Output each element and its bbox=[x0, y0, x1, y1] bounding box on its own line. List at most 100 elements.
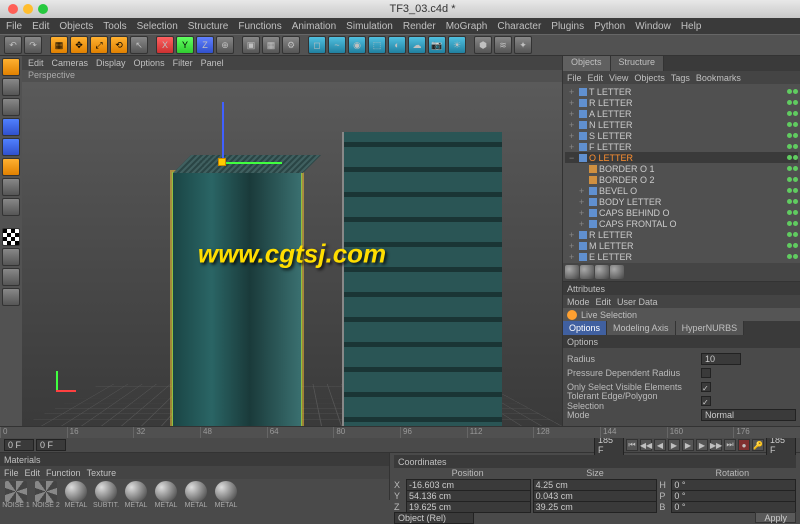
timeline-ruler[interactable]: 0163248648096112128144160176 bbox=[0, 427, 800, 438]
rotation-field[interactable]: 0 ° bbox=[671, 501, 796, 513]
obj-menu-view[interactable]: View bbox=[609, 73, 628, 83]
edge-mode[interactable] bbox=[2, 138, 20, 156]
obj-menu-file[interactable]: File bbox=[567, 73, 582, 83]
size-field[interactable]: 39.25 cm bbox=[533, 501, 658, 513]
polygon-mode[interactable] bbox=[2, 158, 20, 176]
expand-icon[interactable]: + bbox=[569, 109, 577, 119]
visibility-dots[interactable] bbox=[787, 221, 798, 226]
close-icon[interactable] bbox=[8, 4, 18, 14]
primitive-spline[interactable]: ~ bbox=[328, 36, 346, 54]
material-noise 1[interactable]: NOISE 1 bbox=[2, 481, 30, 509]
tree-item-m-letter[interactable]: +M LETTER bbox=[565, 240, 798, 251]
radius-field[interactable]: 10 bbox=[701, 353, 741, 365]
minimize-icon[interactable] bbox=[23, 4, 33, 14]
expand-icon[interactable]: + bbox=[569, 131, 577, 141]
visibility-dots[interactable] bbox=[787, 100, 798, 105]
prev-key-button[interactable]: ◀◀ bbox=[640, 439, 652, 451]
menu-edit[interactable]: Edit bbox=[32, 21, 49, 32]
object-mode[interactable] bbox=[2, 78, 20, 96]
visibility-dots[interactable] bbox=[787, 188, 798, 193]
object-mode-dropdown[interactable]: Object (Rel) bbox=[394, 512, 474, 524]
select-tool[interactable]: ▦ bbox=[50, 36, 68, 54]
tree-item-e-letter[interactable]: +E LETTER bbox=[565, 251, 798, 262]
play-back-button[interactable]: ▶ bbox=[668, 439, 680, 451]
axis-y-toggle[interactable]: Y bbox=[176, 36, 194, 54]
vp-menu-display[interactable]: Display bbox=[96, 58, 126, 68]
mat-menu-file[interactable]: File bbox=[4, 468, 19, 478]
mat-menu-texture[interactable]: Texture bbox=[87, 468, 117, 478]
menu-simulation[interactable]: Simulation bbox=[346, 21, 393, 32]
visibility-dots[interactable] bbox=[787, 89, 798, 94]
expand-icon[interactable]: + bbox=[579, 197, 587, 207]
expand-icon[interactable]: + bbox=[569, 120, 577, 130]
axis-z-toggle[interactable]: Z bbox=[196, 36, 214, 54]
menu-python[interactable]: Python bbox=[594, 21, 625, 32]
obj-menu-edit[interactable]: Edit bbox=[588, 73, 604, 83]
expand-icon[interactable]: + bbox=[569, 230, 577, 240]
tree-item-r-letter[interactable]: +R LETTER bbox=[565, 97, 798, 108]
snap-toggle[interactable] bbox=[2, 228, 20, 246]
visibility-dots[interactable] bbox=[787, 144, 798, 149]
goto-end-button[interactable]: ⏭ bbox=[724, 439, 736, 451]
menu-animation[interactable]: Animation bbox=[292, 21, 336, 32]
material-metal[interactable]: METAL bbox=[152, 481, 180, 509]
mograph-tool[interactable]: ⬢ bbox=[474, 36, 492, 54]
tab-structure[interactable]: Structure bbox=[611, 56, 665, 71]
tree-item-a-letter[interactable]: +A LETTER bbox=[565, 108, 798, 119]
tree-item-body-letter[interactable]: +BODY LETTER bbox=[565, 196, 798, 207]
pressure-checkbox[interactable] bbox=[701, 368, 711, 378]
maximize-icon[interactable] bbox=[38, 4, 48, 14]
point-mode[interactable] bbox=[2, 118, 20, 136]
obj-menu-bookmarks[interactable]: Bookmarks bbox=[696, 73, 741, 83]
tab-options[interactable]: Options bbox=[563, 321, 607, 335]
render-settings[interactable]: ⚙ bbox=[282, 36, 300, 54]
tree-item-border-o-2[interactable]: BORDER O 2 bbox=[565, 174, 798, 185]
tolerant-checkbox[interactable] bbox=[701, 396, 711, 406]
viewport-3d[interactable]: www.cgtsj.com bbox=[22, 82, 562, 426]
expand-icon[interactable]: + bbox=[579, 208, 587, 218]
render-pict[interactable]: ▦ bbox=[262, 36, 280, 54]
menu-character[interactable]: Character bbox=[497, 21, 541, 32]
expand-icon[interactable]: + bbox=[569, 98, 577, 108]
axis-mode[interactable] bbox=[2, 98, 20, 116]
obj-menu-objects[interactable]: Objects bbox=[634, 73, 665, 83]
primitive-cube[interactable]: ◻ bbox=[308, 36, 326, 54]
tree-item-border-o-1[interactable]: BORDER O 1 bbox=[565, 163, 798, 174]
prev-frame-button[interactable]: ◀ bbox=[654, 439, 666, 451]
visibility-dots[interactable] bbox=[787, 166, 798, 171]
tree-item-caps-frontal-o[interactable]: +CAPS FRONTAL O bbox=[565, 218, 798, 229]
tree-item-r-letter[interactable]: +R LETTER bbox=[565, 229, 798, 240]
light-tool[interactable]: ☀ bbox=[448, 36, 466, 54]
vp-menu-edit[interactable]: Edit bbox=[28, 58, 44, 68]
material-tag-icon[interactable] bbox=[565, 265, 579, 279]
menu-objects[interactable]: Objects bbox=[59, 21, 93, 32]
tree-item-bevel-o[interactable]: +BEVEL O bbox=[565, 185, 798, 196]
material-metal[interactable]: METAL bbox=[62, 481, 90, 509]
visibility-dots[interactable] bbox=[787, 177, 798, 182]
expand-icon[interactable]: + bbox=[569, 142, 577, 152]
menu-structure[interactable]: Structure bbox=[188, 21, 229, 32]
mat-menu-function[interactable]: Function bbox=[46, 468, 81, 478]
expand-icon[interactable]: − bbox=[569, 153, 577, 163]
menu-file[interactable]: File bbox=[6, 21, 22, 32]
vp-menu-panel[interactable]: Panel bbox=[201, 58, 224, 68]
object-tree[interactable]: +T LETTER+R LETTER+A LETTER+N LETTER+S L… bbox=[563, 84, 800, 263]
visibility-dots[interactable] bbox=[787, 133, 798, 138]
expand-icon[interactable]: + bbox=[569, 252, 577, 262]
tree-item-t-letter[interactable]: +T LETTER bbox=[565, 86, 798, 97]
texture-mode[interactable] bbox=[2, 178, 20, 196]
visibility-dots[interactable] bbox=[787, 210, 798, 215]
attr-menu-edit[interactable]: Edit bbox=[596, 297, 612, 307]
environment[interactable]: ☁ bbox=[408, 36, 426, 54]
move-tool[interactable]: ✥ bbox=[70, 36, 88, 54]
scale-tool[interactable]: ⤢ bbox=[90, 36, 108, 54]
material-tag-icon[interactable] bbox=[580, 265, 594, 279]
axis-x-toggle[interactable]: X bbox=[156, 36, 174, 54]
play-button[interactable]: ▶ bbox=[682, 439, 694, 451]
visible-checkbox[interactable] bbox=[701, 382, 711, 392]
gizmo-x-axis[interactable] bbox=[222, 162, 282, 164]
locked-icon[interactable] bbox=[2, 288, 20, 306]
rotate-tool[interactable]: ⟲ bbox=[110, 36, 128, 54]
menu-plugins[interactable]: Plugins bbox=[551, 21, 584, 32]
expand-icon[interactable]: + bbox=[569, 241, 577, 251]
